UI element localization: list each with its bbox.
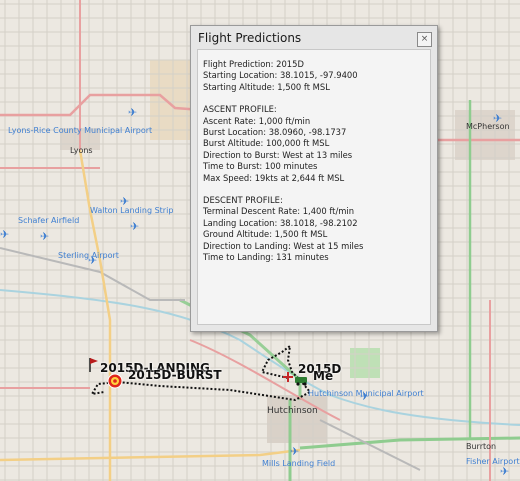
burst-marker-label[interactable]: 2015D-BURST bbox=[128, 368, 222, 382]
airplane-icon: ✈ bbox=[130, 220, 139, 233]
map-label-schafer: Schafer Airfield bbox=[18, 216, 80, 225]
map-label-lyons: Lyons bbox=[70, 146, 93, 155]
burst-location-line: Burst Location: 38.0960, -98.1737 bbox=[203, 127, 347, 138]
map-label-lyons-airport: Lyons-Rice County Municipal Airport bbox=[8, 126, 153, 135]
airplane-icon: ✈ bbox=[500, 465, 509, 478]
ascent-rate-line: Ascent Rate: 1,000 ft/min bbox=[203, 115, 311, 126]
landing-location-line: Landing Location: 38.1018, -98.2102 bbox=[203, 217, 358, 228]
start-location-line: Starting Location: 38.1015, -97.9400 bbox=[203, 70, 358, 81]
prediction-line: Flight Prediction: 2015D bbox=[203, 59, 304, 69]
map-label-hutchinson: Hutchinson bbox=[267, 406, 318, 416]
map-label-mcpherson: McPherson bbox=[466, 122, 510, 131]
map-label-hutchinson-airport: Hutchinson Municipal Airport bbox=[308, 389, 424, 398]
airplane-icon: ✈ bbox=[0, 228, 9, 241]
time-burst-line: Time to Burst: 100 minutes bbox=[203, 161, 318, 172]
panel-body: Flight Prediction: 2015D Starting Locati… bbox=[197, 49, 431, 325]
airplane-icon: ✈ bbox=[40, 230, 49, 243]
map-label-walton: Walton Landing Strip bbox=[90, 206, 174, 215]
map-label-burrton: Burrton bbox=[466, 442, 497, 451]
map-label-sterling: Sterling Airport bbox=[58, 251, 119, 260]
panel-title: Flight Predictions bbox=[198, 31, 302, 45]
ground-altitude-line: Ground Altitude: 1,500 ft MSL bbox=[203, 229, 328, 240]
target-icon[interactable] bbox=[107, 373, 123, 389]
map-label-mills: Mills Landing Field bbox=[262, 459, 336, 468]
max-speed-line: Max Speed: 19kts at 2,644 ft MSL bbox=[203, 172, 345, 183]
descent-rate-line: Terminal Descent Rate: 1,400 ft/min bbox=[203, 206, 355, 217]
direction-landing-line: Direction to Landing: West at 15 miles bbox=[203, 240, 364, 251]
flight-predictions-panel[interactable]: Flight Predictions × Flight Prediction: … bbox=[190, 25, 438, 332]
airplane-icon: ✈ bbox=[290, 445, 299, 458]
me-marker-label[interactable]: Me bbox=[313, 369, 333, 383]
close-button[interactable]: × bbox=[417, 32, 432, 47]
start-altitude-line: Starting Altitude: 1,500 ft MSL bbox=[203, 81, 330, 92]
descent-header: DESCENT PROFILE: bbox=[203, 195, 283, 206]
ascent-header: ASCENT PROFILE: bbox=[203, 104, 277, 115]
time-landing-line: Time to Landing: 131 minutes bbox=[203, 252, 329, 263]
direction-burst-line: Direction to Burst: West at 13 miles bbox=[203, 149, 353, 160]
burst-altitude-line: Burst Altitude: 100,000 ft MSL bbox=[203, 138, 330, 149]
airplane-icon: ✈ bbox=[128, 106, 137, 119]
close-icon: × bbox=[420, 34, 429, 44]
map-label-fisher: Fisher Airport bbox=[466, 457, 520, 466]
